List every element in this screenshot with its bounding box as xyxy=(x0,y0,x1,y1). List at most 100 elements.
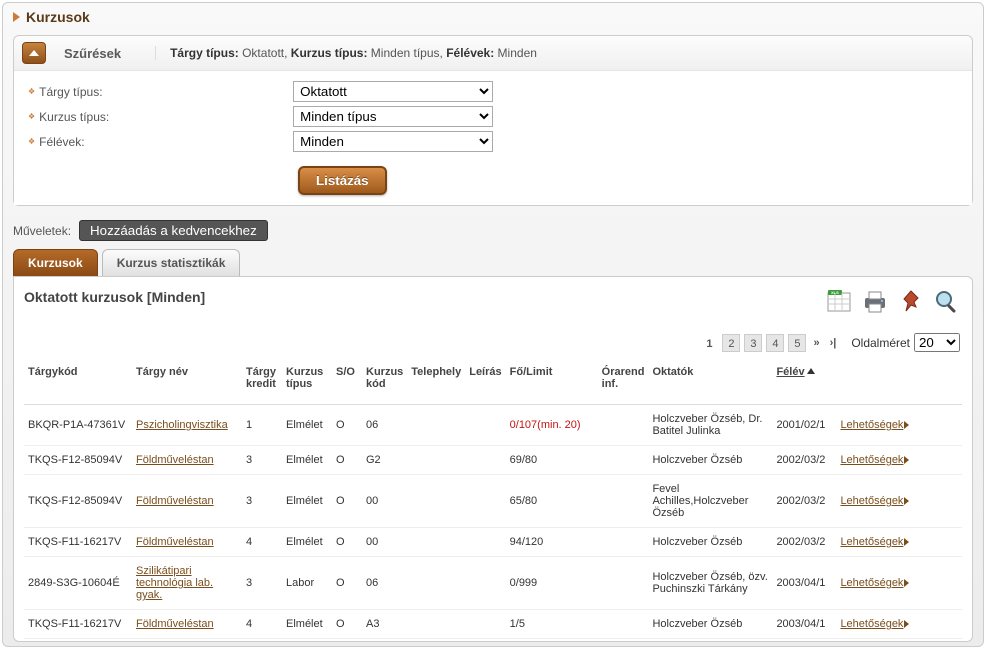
cell-orarend xyxy=(598,557,649,610)
page-2[interactable]: 2 xyxy=(722,334,740,352)
tab-statistics[interactable]: Kurzus statisztikák xyxy=(102,249,241,276)
label-kurzus-tipus: Kurzus típus: xyxy=(39,110,293,124)
col-leiras[interactable]: Leírás xyxy=(465,360,505,405)
page-3[interactable]: 3 xyxy=(744,334,762,352)
col-orarend[interactable]: Órarend inf. xyxy=(598,360,649,405)
cell-targykod: BKQR-P1A-47361V xyxy=(24,405,132,446)
cell-kkod: 06 xyxy=(362,557,407,610)
col-telephely[interactable]: Telephely xyxy=(407,360,465,405)
cell-folimit: 0/999 xyxy=(506,557,598,610)
cell-so: O xyxy=(332,475,362,528)
print-icon[interactable] xyxy=(862,289,888,315)
options-link[interactable]: Lehetőségek xyxy=(840,419,903,431)
select-felevek[interactable]: Minden xyxy=(293,131,493,152)
select-kurzus-tipus[interactable]: Minden típus xyxy=(293,106,493,127)
cell-kredit: 3 xyxy=(242,446,282,475)
filter-summary: Tárgy típus: Oktatott, Kurzus típus: Min… xyxy=(155,46,537,60)
cell-kkod: 06 xyxy=(362,405,407,446)
caret-right-icon xyxy=(904,421,909,429)
col-kredit[interactable]: Tárgy kredit xyxy=(242,360,282,405)
tab-kurzusok[interactable]: Kurzusok xyxy=(13,249,98,276)
cell-leiras xyxy=(465,446,505,475)
cell-telephely xyxy=(407,557,465,610)
page-4[interactable]: 4 xyxy=(766,334,784,352)
cell-opts: Lehetőségek xyxy=(836,528,962,557)
cell-ktipus: Elmélet xyxy=(282,475,332,528)
cell-felev: 2003/04/1 xyxy=(772,610,836,639)
cell-so: O xyxy=(332,528,362,557)
filter-body: ❖ Tárgy típus: Oktatott ❖ Kurzus típus: … xyxy=(14,71,972,205)
cell-telephely xyxy=(407,405,465,446)
subject-link[interactable]: Földműveléstan xyxy=(136,454,214,466)
bullet-icon: ❖ xyxy=(28,112,35,121)
cell-targykod: TKQS-F12-85094V xyxy=(24,475,132,528)
subject-link[interactable]: Földműveléstan xyxy=(136,536,214,548)
cell-ktipus: Elmélet xyxy=(282,405,332,446)
subject-link[interactable]: Pszicholingvisztika xyxy=(136,419,228,431)
options-link[interactable]: Lehetőségek xyxy=(840,536,903,548)
label-targy-tipus: Tárgy típus: xyxy=(39,85,293,99)
sort-asc-icon xyxy=(807,368,815,374)
cell-kredit: 3 xyxy=(242,475,282,528)
cell-folimit: 1/5 xyxy=(506,610,598,639)
caret-right-icon xyxy=(904,538,909,546)
cell-targynev: Pszicholingvisztika xyxy=(132,405,242,446)
subject-link[interactable]: Földműveléstan xyxy=(136,618,214,630)
cell-kredit: 1 xyxy=(242,405,282,446)
page-size-select[interactable]: 20 xyxy=(914,333,960,352)
cell-opts: Lehetőségek xyxy=(836,610,962,639)
pin-icon[interactable] xyxy=(898,289,924,315)
cell-leiras xyxy=(465,528,505,557)
page-5[interactable]: 5 xyxy=(788,334,806,352)
cell-leiras xyxy=(465,557,505,610)
excel-export-icon[interactable]: XLS xyxy=(826,289,852,315)
cell-orarend xyxy=(598,446,649,475)
options-link[interactable]: Lehetőségek xyxy=(840,454,903,466)
col-ktipus[interactable]: Kurzus típus xyxy=(282,360,332,405)
courses-table: Tárgykód Tárgy név Tárgy kredit Kurzus t… xyxy=(24,360,962,639)
col-folimit[interactable]: Fő/Limit xyxy=(506,360,598,405)
cell-felev: 2002/03/2 xyxy=(772,475,836,528)
cell-targykod: TKQS-F12-85094V xyxy=(24,446,132,475)
col-oktatok[interactable]: Oktatók xyxy=(648,360,772,405)
col-felev[interactable]: Félév xyxy=(772,360,836,405)
page-1[interactable]: 1 xyxy=(700,334,718,352)
list-button[interactable]: Listázás xyxy=(298,166,387,195)
col-so[interactable]: S/O xyxy=(332,360,362,405)
cell-so: O xyxy=(332,405,362,446)
cell-oktatok: Holczveber Özséb xyxy=(648,446,772,475)
cell-leiras xyxy=(465,475,505,528)
table-row: 2849-S3G-10604ÉSzilikátipari technológia… xyxy=(24,557,962,610)
col-targynev[interactable]: Tárgy név xyxy=(132,360,242,405)
add-favorite-button[interactable]: Hozzáadás a kedvencekhez xyxy=(79,220,268,241)
cell-felev: 2001/02/1 xyxy=(772,405,836,446)
col-targykod[interactable]: Tárgykód xyxy=(24,360,132,405)
bullet-icon: ❖ xyxy=(28,137,35,146)
collapse-button[interactable] xyxy=(22,42,46,64)
content-panel: Oktatott kurzusok [Minden] XLS 1 2 3 4 5… xyxy=(13,276,973,642)
cell-targynev: Földműveléstan xyxy=(132,610,242,639)
pager: 1 2 3 4 5 » ›| Oldalméret 20 xyxy=(24,329,962,356)
table-row: TKQS-F11-16217VFöldműveléstan4ElméletO00… xyxy=(24,528,962,557)
cell-folimit: 0/107(min. 20) xyxy=(506,405,598,446)
cell-orarend xyxy=(598,610,649,639)
bullet-icon: ❖ xyxy=(28,87,35,96)
cell-folimit: 69/80 xyxy=(506,446,598,475)
label-felevek: Félévek: xyxy=(39,135,293,149)
page-next-icon[interactable]: » xyxy=(810,334,822,352)
cell-opts: Lehetőségek xyxy=(836,557,962,610)
search-icon[interactable] xyxy=(934,289,960,315)
filter-box: Szűrések Tárgy típus: Oktatott, Kurzus t… xyxy=(13,35,973,206)
col-kkod[interactable]: Kurzus kód xyxy=(362,360,407,405)
cell-ktipus: Elmélet xyxy=(282,528,332,557)
subject-link[interactable]: Szilikátipari technológia lab. gyak. xyxy=(136,565,213,601)
cell-orarend xyxy=(598,475,649,528)
page-last-icon[interactable]: ›| xyxy=(827,334,840,352)
table-row: TKQS-F12-85094VFöldműveléstan3ElméletO00… xyxy=(24,475,962,528)
select-targy-tipus[interactable]: Oktatott xyxy=(293,81,493,102)
subject-link[interactable]: Földműveléstan xyxy=(136,495,214,507)
courses-panel: Kurzusok Szűrések Tárgy típus: Oktatott,… xyxy=(2,2,984,647)
options-link[interactable]: Lehetőségek xyxy=(840,495,903,507)
options-link[interactable]: Lehetőségek xyxy=(840,577,903,589)
options-link[interactable]: Lehetőségek xyxy=(840,618,903,630)
